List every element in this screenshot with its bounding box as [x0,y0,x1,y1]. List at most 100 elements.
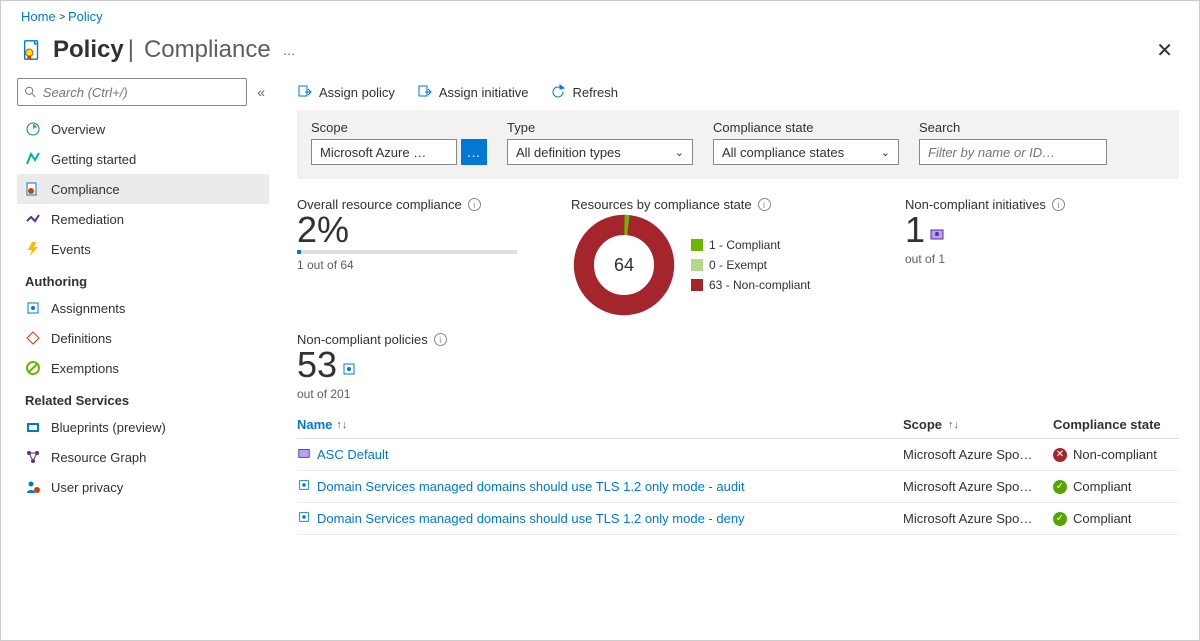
sidebar-item-assignments[interactable]: Assignments [17,293,269,323]
row-type-icon [297,446,311,463]
assign-icon [417,84,433,100]
sidebar-item-exemptions[interactable]: Exemptions [17,353,269,383]
overall-progress-bar [297,250,517,254]
chevron-down-icon: ⌄ [675,146,684,159]
main-content: Assign policy Assign initiative Refresh … [273,78,1199,641]
scope-picker-button[interactable]: … [461,139,487,165]
sidebar-item-user-privacy[interactable]: User privacy [17,472,269,502]
info-icon[interactable]: i [434,333,447,346]
sidebar: « Overview Getting started Compliance Re… [1,78,273,641]
row-name-link[interactable]: Domain Services managed domains should u… [317,511,745,526]
title-bar: Policy | Compliance … ✕ [1,28,1199,78]
user-privacy-icon [25,479,41,495]
sidebar-search[interactable] [17,78,247,106]
legend-noncompliant: 63 - Non-compliant [691,278,810,292]
col-name-header[interactable]: Name [297,417,332,432]
section-related: Related Services [17,383,269,412]
sidebar-item-label: Compliance [51,182,120,197]
compliance-icon [25,181,41,197]
sidebar-item-compliance[interactable]: Compliance [17,174,269,204]
sort-icon[interactable]: ↑↓ [948,419,959,431]
sort-icon[interactable]: ↑↓ [336,419,347,431]
row-state: ✕Non-compliant [1053,447,1179,462]
nc-policies-widget: Non-compliant policies i 53 out of 201 [297,326,1179,411]
status-icon: ✕ [1053,448,1067,462]
close-button[interactable]: ✕ [1150,38,1179,63]
assign-policy-button[interactable]: Assign policy [297,84,395,100]
flag-icon [25,151,41,167]
sidebar-item-getting-started[interactable]: Getting started [17,144,269,174]
search-icon [24,85,37,99]
row-name-link[interactable]: Domain Services managed domains should u… [317,479,745,494]
toolbar: Assign policy Assign initiative Refresh [297,78,1179,110]
col-scope-header[interactable]: Scope [903,417,942,432]
row-scope: Microsoft Azure Spo… [903,479,1053,494]
sidebar-item-definitions[interactable]: Definitions [17,323,269,353]
legend-exempt: 0 - Exempt [691,258,810,272]
sidebar-item-label: Resource Graph [51,450,146,465]
initiative-icon [929,226,945,242]
row-name-link[interactable]: ASC Default [317,447,389,462]
sidebar-item-remediation[interactable]: Remediation [17,204,269,234]
info-icon[interactable]: i [468,198,481,211]
assignments-icon [25,300,41,316]
state-select[interactable]: All compliance states ⌄ [713,139,899,165]
row-type-icon [297,510,311,527]
breadcrumb-home[interactable]: Home [21,9,56,24]
scope-value: Microsoft Azure … [311,139,457,165]
table-row[interactable]: ASC Default Microsoft Azure Spo…✕Non-comp… [297,439,1179,471]
sidebar-item-label: Assignments [51,301,125,316]
refresh-button[interactable]: Refresh [550,84,618,100]
row-scope: Microsoft Azure Spo… [903,447,1053,462]
col-state-header[interactable]: Compliance state [1053,417,1161,432]
row-scope: Microsoft Azure Spo… [903,511,1053,526]
sidebar-item-label: Overview [51,122,105,137]
sidebar-item-blueprints[interactable]: Blueprints (preview) [17,412,269,442]
nc-pol-sub: out of 201 [297,387,1179,401]
sidebar-item-resource-graph[interactable]: Resource Graph [17,442,269,472]
remediation-icon [25,211,41,227]
sidebar-item-label: User privacy [51,480,123,495]
assign-initiative-button[interactable]: Assign initiative [417,84,529,100]
row-type-icon [297,478,311,495]
info-icon[interactable]: i [1052,198,1065,211]
nc-init-value: 1 [905,212,925,248]
donut-title: Resources by compliance state [571,197,752,212]
breadcrumb: Home > Policy [1,1,1199,28]
refresh-icon [550,84,566,100]
nc-init-sub: out of 1 [905,252,1065,266]
sidebar-item-label: Blueprints (preview) [51,420,166,435]
nc-pol-value: 53 [297,347,337,383]
overall-percent: 2% [297,212,557,248]
filter-search-input[interactable] [928,145,1098,160]
sidebar-item-label: Remediation [51,212,124,227]
more-menu[interactable]: … [283,43,296,58]
collapse-sidebar-button[interactable]: « [253,80,269,104]
type-select[interactable]: All definition types ⌄ [507,139,693,165]
filter-bar: Scope Microsoft Azure … … Type All defin… [297,110,1179,179]
overall-sub: 1 out of 64 [297,258,557,272]
resources-by-state-widget: Resources by compliance state i 64 [571,197,891,318]
filter-search-box[interactable] [919,139,1107,165]
donut-total: 64 [571,212,677,318]
table-header: Name ↑↓ Scope ↑↓ Compliance state [297,411,1179,439]
table-row[interactable]: Domain Services managed domains should u… [297,471,1179,503]
section-authoring: Authoring [17,264,269,293]
policy-small-icon [341,361,357,377]
info-icon[interactable]: i [758,198,771,211]
page-title-main: Policy [53,36,124,64]
table-row[interactable]: Domain Services managed domains should u… [297,503,1179,535]
policy-icon [21,39,43,61]
breadcrumb-policy[interactable]: Policy [68,9,103,24]
sidebar-item-events[interactable]: Events [17,234,269,264]
donut-chart: 64 [571,212,677,318]
filter-scope-label: Scope [311,120,487,135]
nc-init-title: Non-compliant initiatives [905,197,1046,212]
breadcrumb-sep: > [59,12,68,23]
definitions-icon [25,330,41,346]
filter-type-label: Type [507,120,693,135]
sidebar-search-input[interactable] [43,85,240,100]
nc-initiatives-widget: Non-compliant initiatives i 1 out of 1 [905,197,1065,318]
toolbar-label: Assign initiative [439,85,529,100]
sidebar-item-overview[interactable]: Overview [17,114,269,144]
